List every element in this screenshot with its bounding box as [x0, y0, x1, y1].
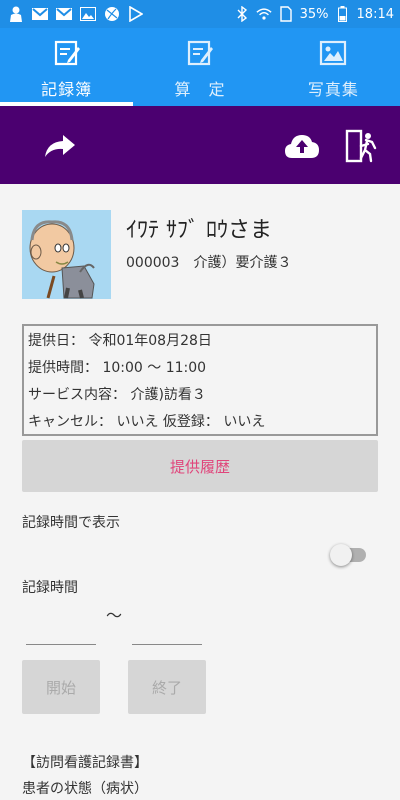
person-icon	[8, 6, 24, 22]
gmail-icon	[56, 6, 72, 22]
report-subheading: 患者の状態（病状）	[22, 781, 148, 797]
time-range-separator: 〜	[106, 606, 123, 625]
service-time: 提供時間： 10:00 〜 11:00	[28, 360, 207, 376]
tab-label: 記録簿	[41, 80, 93, 99]
wifi-icon	[256, 6, 272, 22]
bluetooth-icon	[234, 6, 250, 22]
battery-icon	[335, 6, 351, 22]
tab-label: 写真集	[307, 80, 359, 99]
play-icon	[128, 6, 144, 22]
toggle-knob	[330, 544, 352, 566]
image-icon	[80, 6, 96, 22]
start-time-field[interactable]	[26, 644, 96, 645]
patient-info: 000003 介護）要介護３	[126, 255, 292, 271]
end-time-field[interactable]	[132, 644, 202, 645]
edit-note-icon	[187, 40, 213, 66]
upload-button[interactable]	[282, 128, 322, 164]
tab-label: 算 定	[174, 80, 226, 99]
record-time-toggle[interactable]	[330, 544, 366, 566]
tab-calculation[interactable]: 算 定	[133, 28, 266, 106]
tab-bar: 記録簿 算 定 写真集	[0, 28, 400, 106]
action-toolbar	[0, 106, 400, 184]
avatar	[22, 210, 111, 299]
tab-photos[interactable]: 写真集	[267, 28, 400, 106]
cloud-upload-icon	[285, 135, 319, 158]
share-button[interactable]	[40, 128, 80, 164]
service-content: サービス内容： 介護)訪看３	[28, 387, 206, 403]
history-button[interactable]: 提供履歴	[22, 440, 378, 492]
exit-button[interactable]	[342, 128, 382, 164]
service-date: 提供日： 令和01年08月28日	[28, 333, 212, 349]
ball-icon	[104, 6, 120, 22]
share-arrow-icon	[45, 135, 75, 157]
exit-door-icon	[345, 129, 377, 163]
service-info-box: 提供日： 令和01年08月28日 提供時間： 10:00 〜 11:00 サービ…	[22, 324, 378, 436]
sim-icon	[278, 6, 294, 22]
record-time-display-label: 記録時間で表示	[22, 515, 120, 531]
gmail-icon	[32, 6, 48, 22]
clock: 18:14	[356, 6, 394, 22]
edit-note-icon	[54, 40, 80, 66]
report-header: 【訪問看護記録書】	[22, 755, 148, 771]
photo-icon	[320, 40, 347, 66]
status-bar: 35% 18:14	[0, 0, 400, 28]
end-button[interactable]: 終了	[128, 660, 206, 714]
record-time-label: 記録時間	[22, 580, 78, 596]
tab-record-book[interactable]: 記録簿	[0, 28, 134, 106]
patient-name: ｲﾜﾃ ｻﾌﾞ ﾛｳさま	[126, 218, 272, 243]
start-button[interactable]: 開始	[22, 660, 100, 714]
battery-percent: 35%	[299, 6, 329, 22]
service-cancel-status: キャンセル： いいえ 仮登録： いいえ	[28, 414, 266, 430]
